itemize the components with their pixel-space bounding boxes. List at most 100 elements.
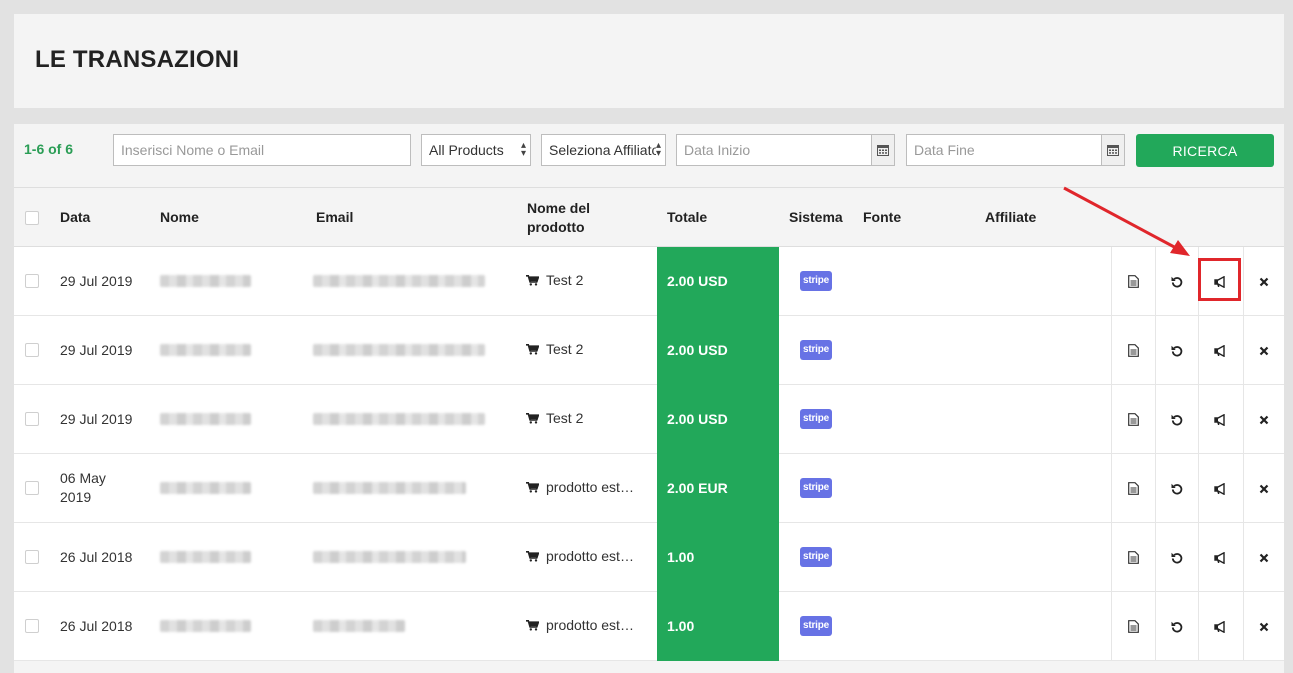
delete-button[interactable] — [1243, 247, 1284, 316]
row-product: prodotto est… — [526, 479, 634, 495]
invoice-button[interactable] — [1111, 385, 1155, 454]
delete-button[interactable] — [1243, 454, 1284, 523]
row-total: 2.00 EUR — [657, 454, 779, 523]
megaphone-button[interactable] — [1198, 454, 1243, 523]
refund-icon — [1171, 345, 1183, 356]
refund-button[interactable] — [1155, 247, 1198, 316]
stripe-badge: stripe — [800, 409, 832, 429]
column-total[interactable]: Totale — [667, 208, 707, 227]
column-product[interactable]: Nome del prodotto — [527, 199, 590, 237]
row-checkbox[interactable] — [25, 619, 39, 633]
table-row: 29 Jul 2019 Test 2 2.00 USD stripe — [14, 247, 1284, 316]
delete-button[interactable] — [1243, 385, 1284, 454]
table-row: 29 Jul 2019 Test 2 2.00 USD stripe — [14, 385, 1284, 454]
cart-icon — [526, 412, 539, 424]
row-product: Test 2 — [526, 410, 583, 426]
affiliate-select-value: Seleziona Affiliato — [549, 142, 660, 158]
end-date-placeholder: Data Fine — [914, 142, 975, 158]
invoice-button[interactable] — [1111, 592, 1155, 661]
invoice-button[interactable] — [1111, 247, 1155, 316]
row-date: 29 Jul 2019 — [60, 342, 133, 358]
calendar-icon[interactable] — [1101, 134, 1125, 166]
invoice-button[interactable] — [1111, 454, 1155, 523]
refund-button[interactable] — [1155, 316, 1198, 385]
annotation-highlight-box — [1198, 258, 1241, 301]
products-select[interactable]: All Products ▴ ▾ — [421, 134, 531, 166]
refund-button[interactable] — [1155, 592, 1198, 661]
column-system[interactable]: Sistema — [789, 208, 843, 227]
megaphone-button[interactable] — [1198, 523, 1243, 592]
redacted-email — [313, 344, 485, 356]
stripe-badge: stripe — [800, 547, 832, 567]
redacted-email — [313, 551, 466, 563]
search-input[interactable]: Inserisci Nome o Email — [113, 134, 411, 166]
row-checkbox[interactable] — [25, 481, 39, 495]
delete-icon — [1259, 415, 1269, 424]
megaphone-icon — [1214, 620, 1225, 633]
delete-icon — [1259, 346, 1269, 355]
filter-bar: 1-6 of 6 Inserisci Nome o Email All Prod… — [14, 124, 1284, 187]
products-select-value: All Products — [429, 142, 504, 158]
end-date-input[interactable]: Data Fine — [906, 134, 1102, 166]
megaphone-icon — [1214, 551, 1225, 564]
row-product: Test 2 — [526, 272, 583, 288]
redacted-name — [160, 275, 251, 287]
row-date: 06 May 2019 — [60, 470, 106, 505]
invoice-button[interactable] — [1111, 523, 1155, 592]
refund-icon — [1171, 276, 1183, 287]
row-total: 2.00 USD — [657, 385, 779, 454]
table-row: 29 Jul 2019 Test 2 2.00 USD stripe — [14, 316, 1284, 385]
redacted-email — [313, 275, 485, 287]
redacted-name — [160, 344, 251, 356]
megaphone-button[interactable] — [1198, 316, 1243, 385]
refund-icon — [1171, 552, 1183, 563]
table-row: 26 Jul 2018 prodotto est… 1.00 stripe — [14, 592, 1284, 661]
column-name[interactable]: Nome — [160, 208, 199, 227]
select-all-checkbox[interactable] — [25, 211, 39, 225]
delete-icon — [1259, 622, 1269, 631]
refund-button[interactable] — [1155, 523, 1198, 592]
redacted-name — [160, 482, 251, 494]
column-date[interactable]: Data — [60, 208, 90, 227]
row-product: prodotto est… — [526, 548, 634, 564]
column-product-line1: Nome del — [527, 200, 591, 216]
page-title: LE TRANSAZIONI — [35, 46, 240, 73]
redacted-name — [160, 620, 251, 632]
megaphone-icon — [1214, 413, 1225, 426]
row-total: 1.00 — [657, 523, 779, 592]
table-header: Data Nome Email Nome del prodotto Totale… — [14, 187, 1284, 247]
column-source[interactable]: Fonte — [863, 208, 901, 227]
row-checkbox[interactable] — [25, 550, 39, 564]
invoice-icon — [1128, 344, 1139, 357]
search-placeholder: Inserisci Nome o Email — [121, 142, 265, 158]
invoice-icon — [1128, 275, 1139, 288]
refund-icon — [1171, 483, 1183, 494]
row-checkbox[interactable] — [25, 412, 39, 426]
invoice-button[interactable] — [1111, 316, 1155, 385]
search-button[interactable]: RICERCA — [1136, 134, 1274, 167]
start-date-input[interactable]: Data Inizio — [676, 134, 872, 166]
delete-button[interactable] — [1243, 592, 1284, 661]
cart-icon — [526, 481, 539, 493]
column-email[interactable]: Email — [316, 208, 353, 227]
row-checkbox[interactable] — [25, 274, 39, 288]
row-checkbox[interactable] — [25, 343, 39, 357]
delete-button[interactable] — [1243, 316, 1284, 385]
page-header: LE TRANSAZIONI — [14, 14, 1284, 108]
delete-button[interactable] — [1243, 523, 1284, 592]
column-affiliate[interactable]: Affiliate — [985, 208, 1036, 227]
select-arrows-icon: ▴ ▾ — [520, 140, 526, 159]
affiliate-select[interactable]: Seleziona Affiliato ▴ ▾ — [541, 134, 666, 166]
stripe-badge: stripe — [800, 616, 832, 636]
refund-button[interactable] — [1155, 454, 1198, 523]
stripe-badge: stripe — [800, 340, 832, 360]
redacted-email — [313, 482, 466, 494]
row-date: 29 Jul 2019 — [60, 273, 133, 289]
calendar-icon[interactable] — [871, 134, 895, 166]
row-date: 26 Jul 2018 — [60, 549, 133, 565]
cart-icon — [526, 274, 539, 286]
refund-button[interactable] — [1155, 385, 1198, 454]
megaphone-button[interactable] — [1198, 592, 1243, 661]
megaphone-button[interactable] — [1198, 385, 1243, 454]
start-date-placeholder: Data Inizio — [684, 142, 751, 158]
